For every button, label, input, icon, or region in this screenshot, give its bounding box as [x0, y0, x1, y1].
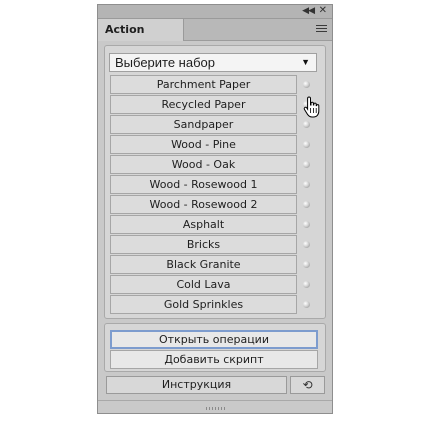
action-row: Parchment Paper — [110, 75, 318, 95]
action-button[interactable]: Cold Lava — [110, 275, 297, 294]
action-row: Wood - Pine — [110, 135, 318, 155]
action-button[interactable]: Wood - Rosewood 2 — [110, 195, 297, 214]
action-info-dot-icon[interactable] — [303, 181, 310, 188]
action-button[interactable]: Sandpaper — [110, 115, 297, 134]
action-manager-panel: ◀◀ ✕ Action Manager Выберите набор ▼ Par… — [97, 4, 333, 414]
action-info-dot-icon[interactable] — [303, 81, 310, 88]
refresh-icon: ⟲ — [302, 378, 313, 392]
action-row: Wood - Oak — [110, 155, 318, 175]
action-row: Bricks — [110, 235, 318, 255]
action-info-dot-icon[interactable] — [303, 161, 310, 168]
add-script-button[interactable]: Добавить скрипт — [110, 350, 318, 369]
open-operations-button[interactable]: Открыть операции — [110, 330, 318, 349]
hand-cursor-icon — [303, 96, 320, 118]
action-row: Sandpaper — [110, 115, 318, 135]
action-button[interactable]: Wood - Rosewood 1 — [110, 175, 297, 194]
action-button[interactable]: Black Granite — [110, 255, 297, 274]
action-row: Black Granite — [110, 255, 318, 275]
dropdown-arrow-icon: ▼ — [301, 57, 310, 67]
action-button[interactable]: Bricks — [110, 235, 297, 254]
action-row: Cold Lava — [110, 275, 318, 295]
set-select-value: Выберите набор — [115, 55, 216, 70]
action-info-dot-icon[interactable] — [303, 301, 310, 308]
close-panel-icon[interactable]: ✕ — [319, 5, 327, 17]
action-info-dot-icon[interactable] — [303, 201, 310, 208]
action-button[interactable]: Parchment Paper — [110, 75, 297, 94]
action-row: Wood - Rosewood 1 — [110, 175, 318, 195]
refresh-button[interactable]: ⟲ — [290, 376, 325, 394]
collapse-panel-icon[interactable]: ◀◀ — [302, 5, 315, 17]
action-info-dot-icon[interactable] — [303, 261, 310, 268]
tab-action-manager[interactable]: Action Manager — [98, 19, 184, 58]
action-button[interactable]: Gold Sprinkles — [110, 295, 297, 314]
action-info-dot-icon[interactable] — [303, 221, 310, 228]
action-row: Gold Sprinkles — [110, 295, 318, 315]
action-info-dot-icon[interactable] — [303, 141, 310, 148]
panel-menu-icon[interactable] — [316, 25, 327, 34]
action-button[interactable]: Recycled Paper — [110, 95, 297, 114]
action-info-dot-icon[interactable] — [303, 281, 310, 288]
set-select-dropdown[interactable]: Выберите набор ▼ — [109, 53, 317, 72]
panel-top-strip: ◀◀ ✕ — [98, 5, 332, 19]
resize-grip[interactable] — [206, 407, 226, 410]
action-row: Wood - Rosewood 2 — [110, 195, 318, 215]
instructions-button[interactable]: Инструкция — [106, 376, 287, 394]
action-info-dot-icon[interactable] — [303, 241, 310, 248]
panel-divider — [98, 400, 332, 401]
action-info-dot-icon[interactable] — [303, 121, 310, 128]
action-button[interactable]: Wood - Pine — [110, 135, 297, 154]
action-button[interactable]: Wood - Oak — [110, 155, 297, 174]
action-list: Parchment Paper Recycled Paper Sandpaper Wo… — [110, 75, 318, 315]
action-row: Asphalt — [110, 215, 318, 235]
action-row: Recycled Paper — [110, 95, 318, 115]
panel-tab-bar: Action Manager — [98, 19, 332, 58]
action-button[interactable]: Asphalt — [110, 215, 297, 234]
